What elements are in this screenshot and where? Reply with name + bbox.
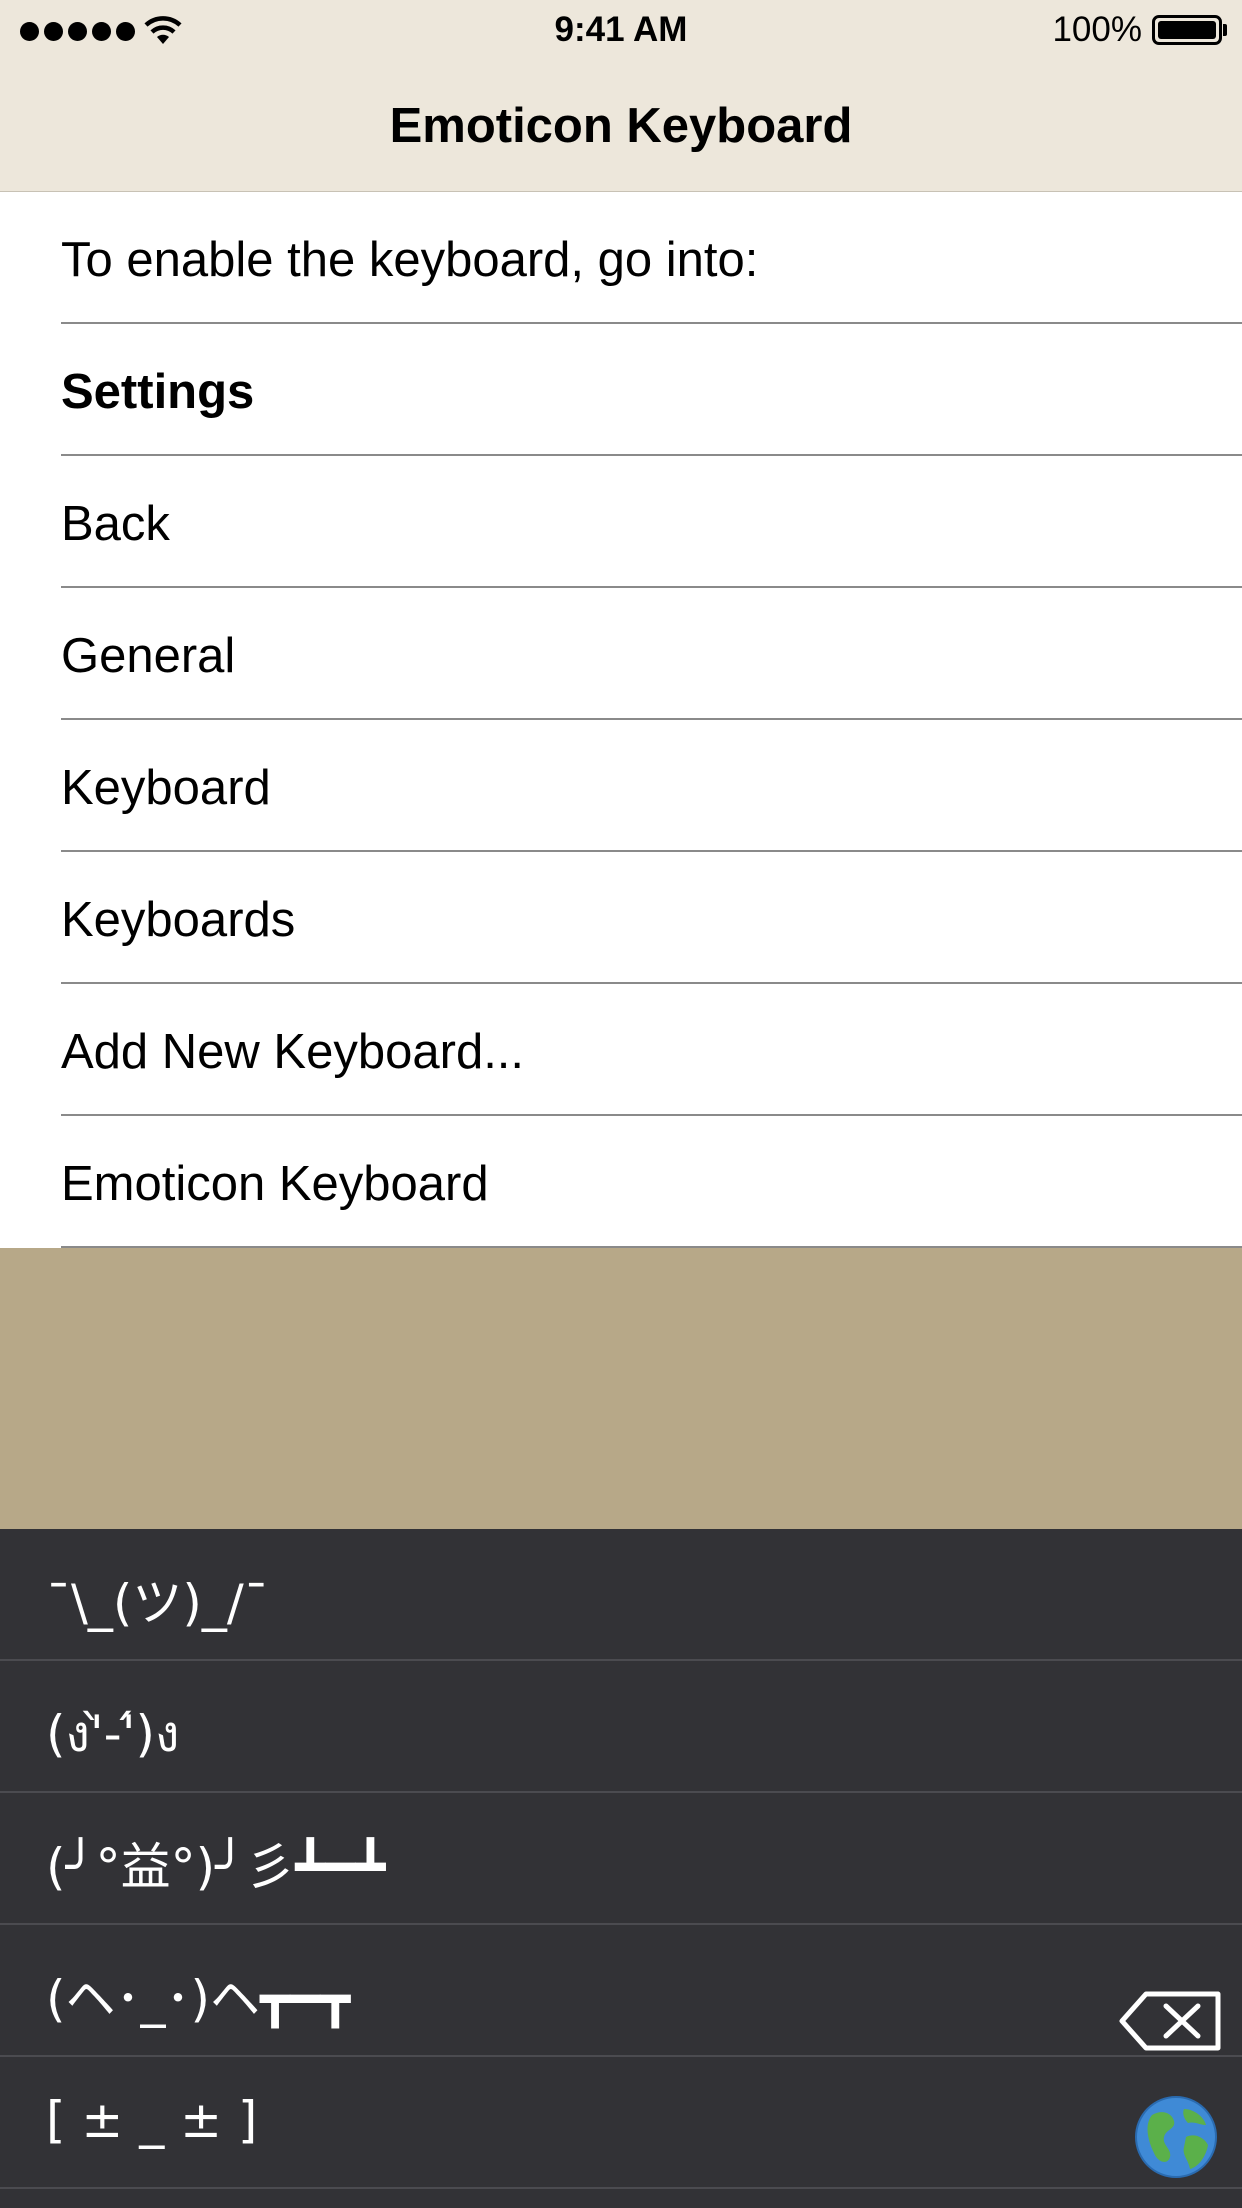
page-title: Emoticon Keyboard — [389, 99, 853, 153]
list-item: Add New Keyboard... — [0, 984, 1242, 1116]
list-item-label: Settings — [61, 365, 255, 419]
list-item-label: Back — [61, 497, 170, 551]
emoticon-key[interactable]: ¯\_(ツ)_/¯ — [0, 1529, 1242, 1661]
list-item: Settings — [0, 324, 1242, 456]
emoticon-key[interactable]: (ヘ･_･)ヘ┳━┳ — [0, 1925, 1242, 2057]
battery-percent: 100% — [1052, 10, 1142, 49]
battery-icon — [1152, 15, 1222, 45]
emoticon-text: [ ± _ ± ] — [46, 2091, 258, 2149]
list-item-label: Emoticon Keyboard — [61, 1157, 489, 1211]
emoticon-key[interactable]: (ง'̀-'́)ง — [0, 1661, 1242, 1793]
emoticon-text: (ง'̀-'́)ง — [46, 1705, 180, 1763]
emoticon-key[interactable]: (╯°益°)╯彡┻━┻ — [0, 1793, 1242, 1925]
list-item: Keyboard — [0, 720, 1242, 852]
emoticon-keyboard: ¯\_(ツ)_/¯ (ง'̀-'́)ง (╯°益°)╯彡┻━┻ (ヘ･_･)ヘ┳… — [0, 1529, 1242, 2208]
globe-icon[interactable] — [1134, 2095, 1218, 2179]
backspace-icon[interactable] — [1118, 1990, 1222, 2052]
emoticon-text: (╯°益°)╯彡┻━┻ — [46, 1838, 386, 1896]
navigation-bar: Emoticon Keyboard — [0, 62, 1242, 192]
emoticon-text: (ヘ･_･)ヘ┳━┳ — [46, 1970, 351, 2028]
list-item-label: Add New Keyboard... — [61, 1025, 525, 1079]
status-bar: 9:41 AM 100% — [0, 0, 1242, 62]
emoticon-key[interactable]: [ ± _ ± ] — [0, 2057, 1242, 2189]
list-item: To enable the keyboard, go into: — [0, 192, 1242, 324]
list-item-label: Keyboards — [61, 893, 296, 947]
list-item-label: General — [61, 629, 236, 683]
battery-tip — [1223, 24, 1227, 36]
list-item-label: To enable the keyboard, go into: — [61, 233, 759, 287]
list-item: General — [0, 588, 1242, 720]
list-item: Back — [0, 456, 1242, 588]
emoticon-text: ¯\_(ツ)_/¯ — [46, 1574, 269, 1632]
instruction-list: To enable the keyboard, go into: Setting… — [0, 192, 1242, 1248]
list-item-label: Keyboard — [61, 761, 271, 815]
list-item: Emoticon Keyboard — [0, 1116, 1242, 1248]
list-item: Keyboards — [0, 852, 1242, 984]
separator — [61, 1246, 1242, 1248]
